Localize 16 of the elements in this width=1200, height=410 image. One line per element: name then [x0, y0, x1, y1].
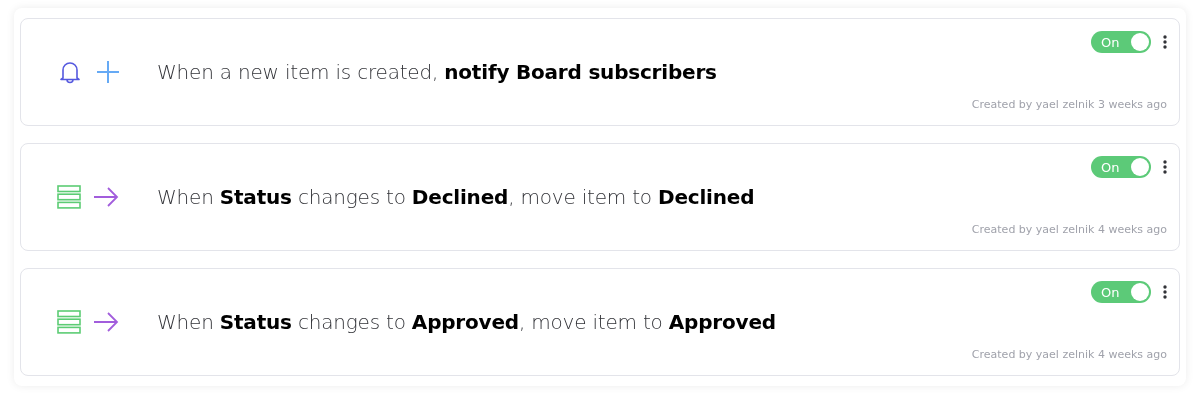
- more-options-icon[interactable]: [1163, 285, 1167, 299]
- created-by-text: Created by yael zelnik 3 weeks ago: [971, 98, 1167, 111]
- more-options-icon[interactable]: [1163, 35, 1167, 49]
- bell-icon: [57, 59, 83, 85]
- automation-sentence: When a new item is created, notify Board subscribers: [157, 60, 717, 84]
- status-column-icon: [57, 310, 81, 334]
- plus-icon: [95, 59, 121, 85]
- automation-sentence: When Status changes to Approved, move item to Approved: [157, 310, 776, 334]
- created-by-text: Created by yael zelnik 4 weeks ago: [971, 223, 1167, 236]
- created-by-text: Created by yael zelnik 4 weeks ago: [971, 348, 1167, 361]
- on-toggle[interactable]: On: [1091, 156, 1151, 178]
- status-column-icon: [57, 185, 81, 209]
- on-toggle[interactable]: On: [1091, 281, 1151, 303]
- automation-sentence: When Status changes to Declined, move item to Declined: [157, 185, 755, 209]
- on-toggle[interactable]: On: [1091, 31, 1151, 53]
- more-options-icon[interactable]: [1163, 160, 1167, 174]
